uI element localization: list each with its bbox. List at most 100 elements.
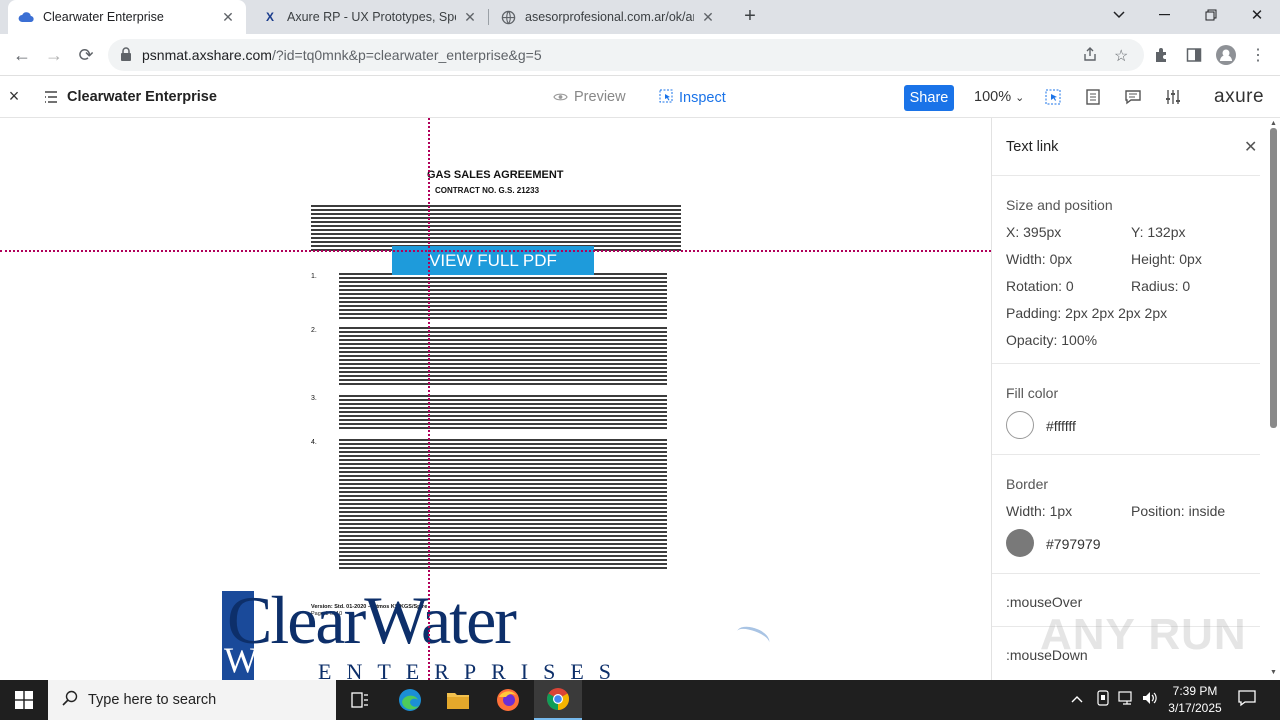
extensions-puzzle-icon[interactable] (1152, 45, 1172, 65)
section-paragraph (339, 439, 667, 571)
tab-title: Clearwater Enterprise (43, 10, 164, 24)
close-window-button[interactable]: ✕ (1234, 0, 1280, 30)
state-mouseover[interactable]: :mouseOver (1006, 594, 1082, 610)
inspect-panel-title: Text link (1006, 139, 1059, 155)
fill-color-heading: Fill color (1006, 385, 1059, 401)
tab-divider (488, 9, 489, 25)
fill-color-hex: #ffffff (1046, 418, 1076, 434)
back-icon[interactable]: ← (10, 43, 34, 67)
forward-icon[interactable]: → (42, 43, 66, 67)
url-path: /?id=tq0mnk&p=clearwater_enterprise&g=5 (271, 47, 542, 63)
system-clock[interactable]: 7:39 PM 3/17/2025 (1160, 683, 1230, 717)
clock-date: 3/17/2025 (1168, 701, 1222, 715)
chrome-icon[interactable] (534, 680, 582, 720)
share-page-icon[interactable] (1082, 46, 1098, 67)
windows-taskbar: Type here to search 7:39 PM 3/17/2025 (0, 680, 1280, 720)
scroll-up-arrow-icon[interactable]: ▲ (1270, 120, 1277, 127)
volume-icon[interactable] (1142, 690, 1158, 709)
divider (992, 363, 1260, 364)
notes-icon[interactable] (1084, 88, 1102, 106)
tab-clearwater[interactable]: Clearwater Enterprise ✕ (8, 0, 246, 34)
zoom-value: 100% (974, 89, 1012, 105)
taskbar-search-box[interactable]: Type here to search (48, 680, 336, 720)
tray-chevron-up-icon[interactable] (1071, 690, 1083, 706)
side-panel-icon[interactable] (1184, 45, 1204, 65)
minimize-button[interactable] (1142, 0, 1188, 30)
task-view-icon[interactable] (336, 680, 384, 720)
menu-kebab-icon[interactable]: ⋮ (1248, 45, 1268, 65)
section-paragraph (339, 327, 667, 387)
divider (992, 454, 1260, 455)
close-tab-icon[interactable]: ✕ (462, 9, 478, 26)
y-value: Y: 132px (1131, 224, 1186, 240)
firefox-icon[interactable] (484, 680, 532, 720)
settings-sliders-icon[interactable] (1164, 88, 1182, 106)
axure-logo: axure (1214, 86, 1265, 107)
radius-value: Radius: 0 (1131, 278, 1191, 294)
agreement-document: GAS SALES AGREEMENT CONTRACT NO. G.S. 21… (305, 163, 685, 623)
border-color-swatch (1006, 529, 1034, 557)
share-button[interactable]: Share (904, 85, 954, 111)
browser-tabstrip: Clearwater Enterprise ✕ X Axure RP - UX … (0, 0, 1280, 34)
width-value: Width: 0px (1006, 251, 1073, 267)
tab-axure[interactable]: X Axure RP - UX Prototypes, Speci ✕ (252, 0, 488, 34)
reload-icon[interactable]: ⟳ (74, 43, 98, 67)
edge-browser-icon[interactable] (386, 680, 434, 720)
tab-asesor[interactable]: asesorprofesional.com.ar/ok/arp ✕ (490, 0, 726, 34)
axure-x-icon: X (265, 10, 274, 24)
close-icon[interactable]: × (6, 87, 22, 105)
section-paragraph (339, 273, 667, 319)
inspect-guide-vertical (428, 118, 430, 680)
zoom-select[interactable]: 100% ⌄ (974, 89, 1024, 105)
url-text: psnmat.axshare.com/?id=tq0mnk&p=clearwat… (142, 47, 542, 63)
inspect-panel: Text link ✕ Size and position X: 395px Y… (991, 118, 1280, 680)
anyrun-watermark: ANY RUN (1040, 610, 1247, 659)
chevron-down-icon: ⌄ (1015, 92, 1025, 104)
bookmark-star-icon[interactable]: ☆ (1114, 46, 1128, 66)
device-icon[interactable] (1096, 690, 1110, 709)
address-bar[interactable]: psnmat.axshare.com/?id=tq0mnk&p=clearwat… (108, 39, 1144, 71)
comments-icon[interactable] (1124, 88, 1142, 106)
notifications-icon[interactable] (1238, 689, 1256, 710)
axure-header: × Clearwater Enterprise Preview Inspect … (0, 77, 1280, 118)
clearwater-logo-wordmark: ClearWater (227, 582, 517, 658)
pages-list-icon[interactable] (44, 90, 58, 104)
divider (992, 175, 1260, 176)
section-number: 3. (311, 395, 317, 402)
inspect-cursor-icon (659, 89, 673, 106)
close-tab-icon[interactable]: ✕ (220, 9, 236, 26)
scroll-down-arrow-icon[interactable]: ▼ (1270, 669, 1277, 676)
section-number: 2. (311, 327, 317, 334)
preview-mode-button[interactable]: Preview (553, 89, 626, 105)
panel-scrollbar[interactable] (1270, 128, 1277, 428)
opacity-value: Opacity: 100% (1006, 332, 1098, 348)
url-host: psnmat.axshare.com (142, 47, 272, 63)
inspect-mode-button[interactable]: Inspect (659, 89, 726, 106)
document-heading: GAS SALES AGREEMENT (427, 169, 564, 181)
new-tab-button[interactable]: + (738, 5, 762, 29)
logo-swoosh (733, 622, 773, 652)
tab-search-chevron-icon[interactable] (1096, 0, 1142, 30)
close-tab-icon[interactable]: ✕ (700, 9, 716, 26)
search-icon (62, 690, 78, 711)
height-value: Height: 0px (1131, 251, 1202, 267)
profile-avatar-icon[interactable] (1216, 45, 1236, 65)
tab-title: Axure RP - UX Prototypes, Speci (287, 10, 456, 24)
file-explorer-icon[interactable] (434, 680, 482, 720)
contract-number: CONTRACT NO. G.S. 21233 (435, 186, 540, 195)
close-icon[interactable]: ✕ (1244, 137, 1257, 157)
section-number: 4. (311, 439, 317, 446)
globe-icon (500, 9, 516, 25)
border-heading: Border (1006, 476, 1049, 492)
restore-button[interactable] (1188, 0, 1234, 30)
clock-time: 7:39 PM (1172, 684, 1218, 698)
padding-value: Padding: 2px 2px 2px 2px (1006, 305, 1168, 321)
inspect-label: Inspect (679, 89, 726, 106)
preview-label: Preview (574, 89, 626, 105)
cloud-icon (18, 9, 34, 25)
border-color-hex: #797979 (1046, 536, 1101, 552)
tab-title: asesorprofesional.com.ar/ok/arp (525, 10, 694, 24)
hotspot-toggle-icon[interactable] (1044, 88, 1062, 106)
windows-start-button[interactable] (0, 680, 48, 720)
network-icon[interactable] (1118, 690, 1136, 709)
